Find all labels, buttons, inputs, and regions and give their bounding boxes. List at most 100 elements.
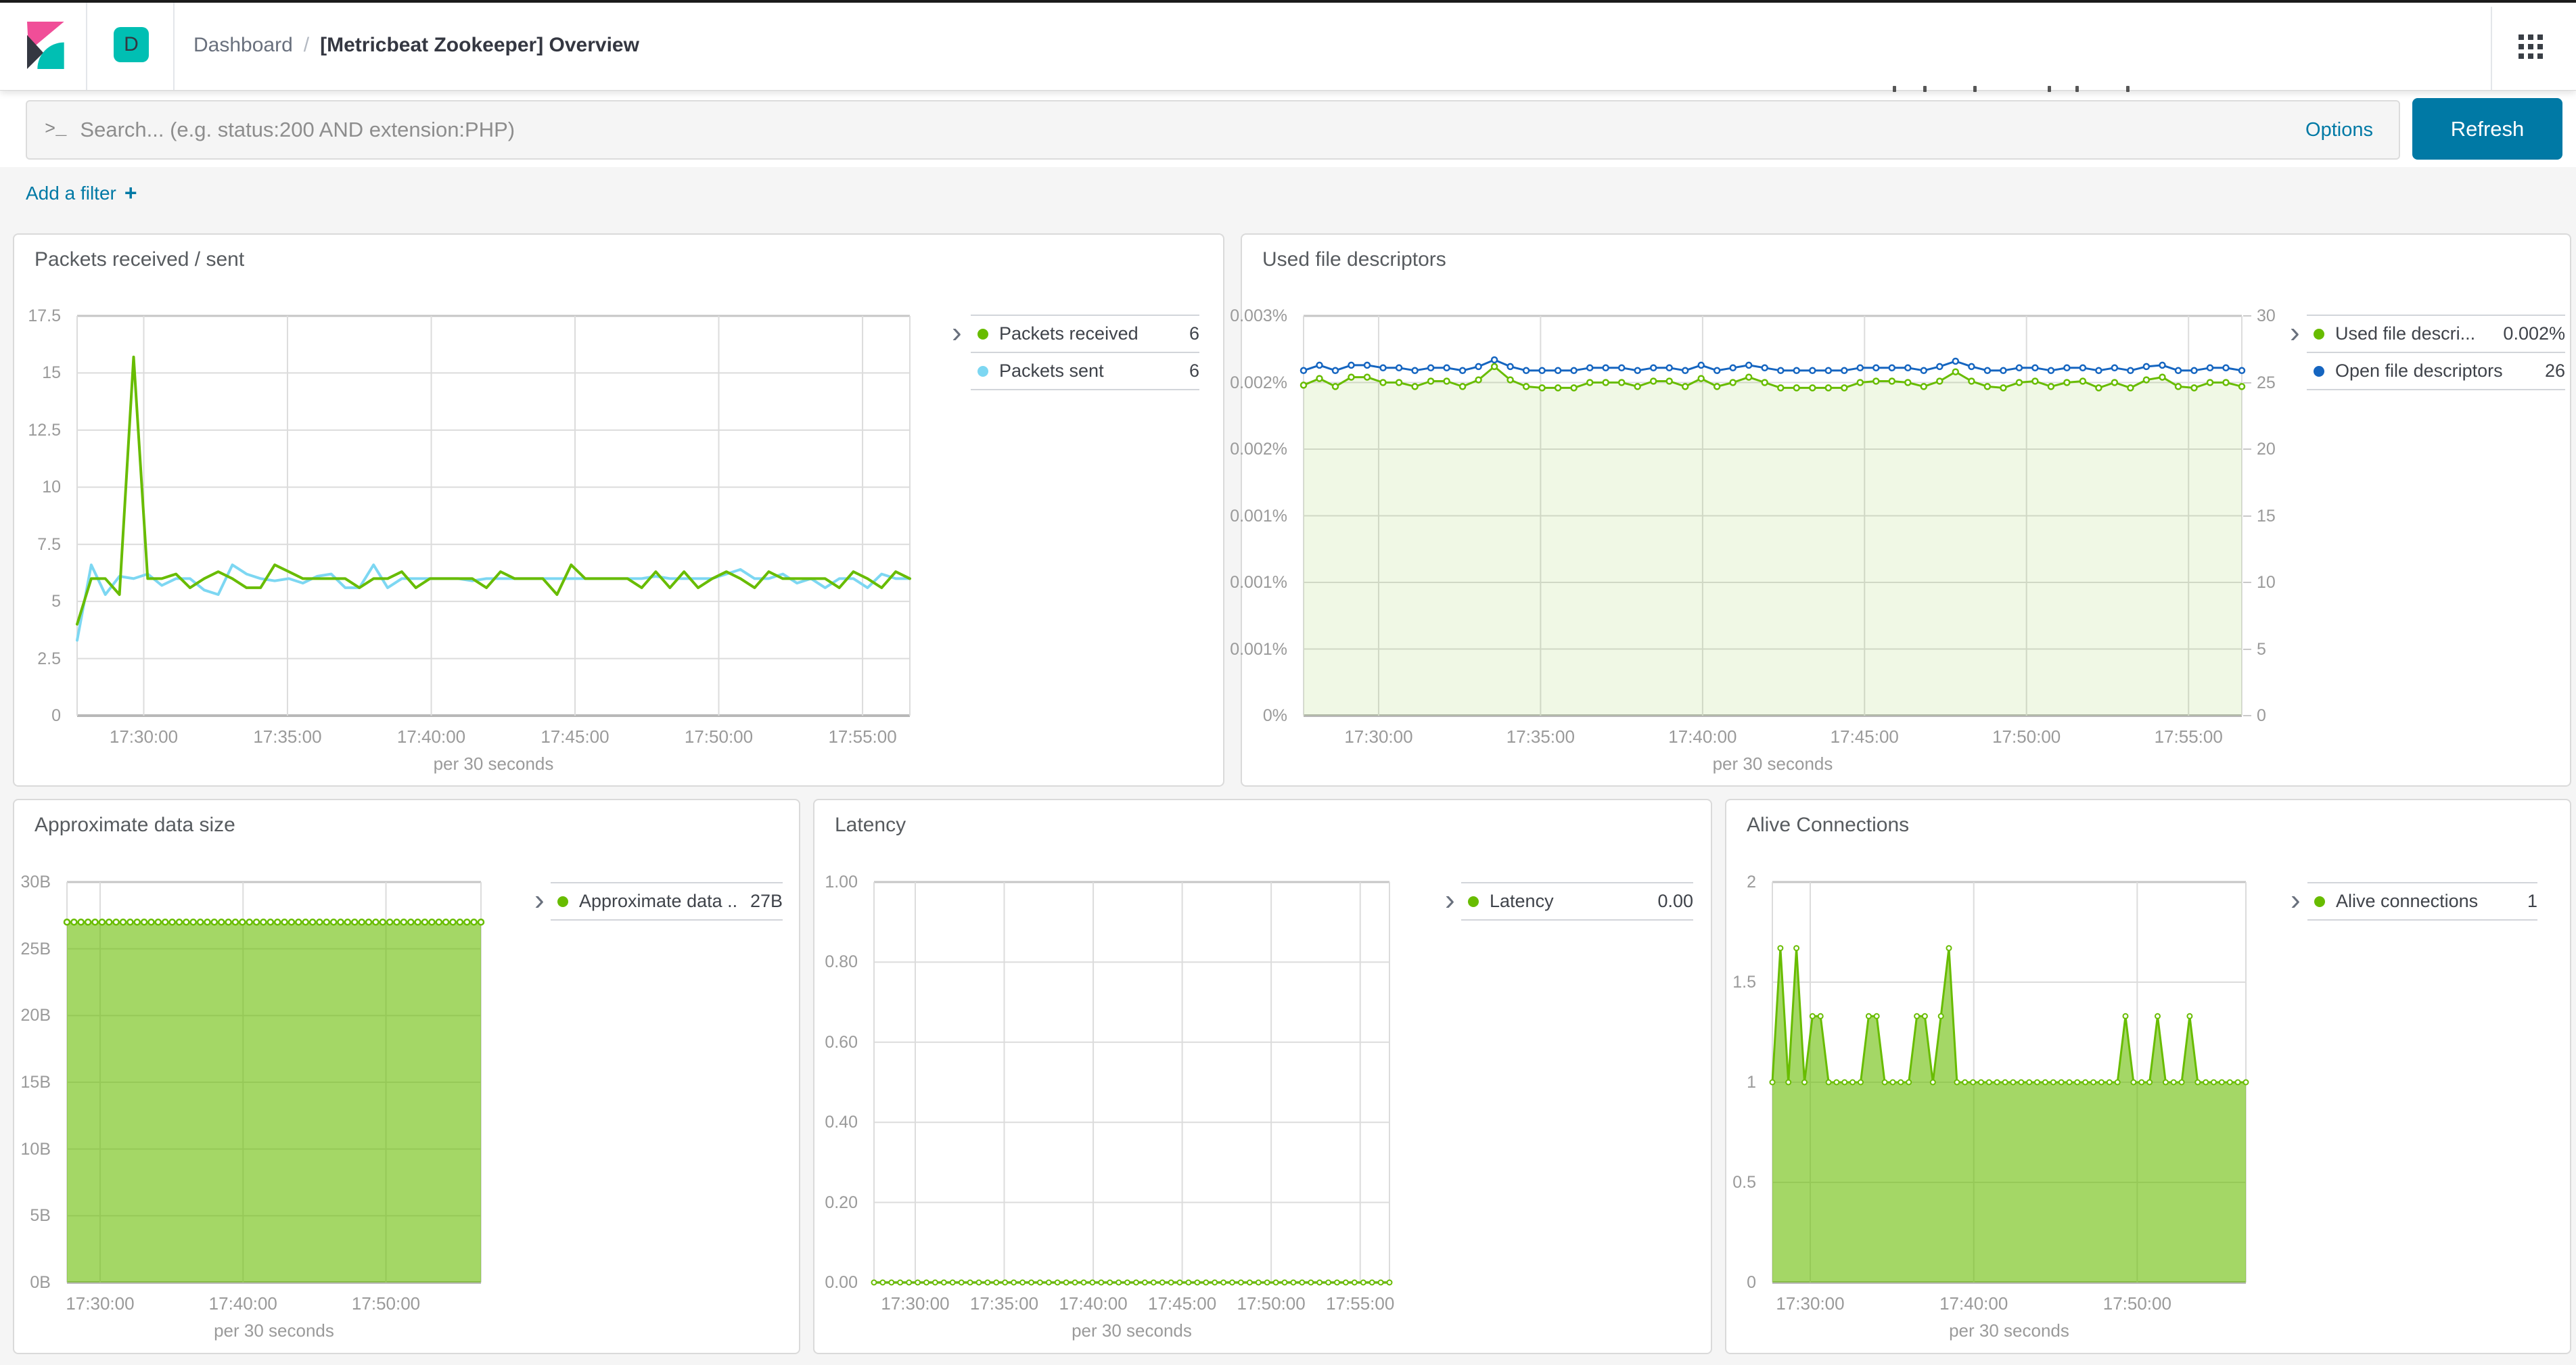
panel-title: Alive Connections [1747,814,1909,837]
panel-title: Packets received / sent [34,248,244,271]
legend-swatch [1468,896,1479,907]
page-title: [Metricbeat Zookeeper] Overview [320,34,639,57]
chart-plot-area[interactable] [77,316,910,716]
panel-alive-connections: Alive Connections 21.510.5017:30:0017:40… [1725,799,2571,1354]
y-axis-label: 0.001% [1213,638,1287,661]
y-axis-label: 20B [0,1004,51,1027]
legend-row[interactable]: Used file descri...0.002% [2307,315,2565,352]
legend-label: Alive connections [2336,891,2515,912]
x-axis-label: 17:40:00 [374,725,489,748]
axis-tick [2243,382,2251,384]
kibana-logo-icon[interactable] [27,20,74,70]
y-axis-label: 0.002% [1213,438,1287,461]
legend-toggle-icon[interactable]: › [2291,885,2301,915]
y-axis-label: 1.5 [1682,971,1756,994]
legend-label: Latency [1490,891,1645,912]
x-axis-label: 17:50:00 [1969,725,2084,748]
y-axis-label: 0 [0,704,61,727]
y-axis-label: 20 [2257,438,2331,461]
legend-row[interactable]: Packets received6 [971,315,1199,352]
legend-swatch [978,329,988,340]
chart-plot-area[interactable] [1304,316,2242,716]
add-filter-button[interactable]: Add a filter + [26,181,137,206]
y-axis-label: 15 [2257,505,2331,528]
header-divider [2491,7,2492,90]
kibana-dashboard-page: D Dashboard / [Metricbeat Zookeeper] Ove… [0,0,2576,1365]
legend-value: 6 [1189,361,1199,381]
legend-value: 0.002% [2503,323,2565,344]
x-axis-label: 17:45:00 [518,725,632,748]
legend-value: 1 [2527,891,2537,912]
space-badge[interactable]: D [114,27,149,62]
search-box: >_ Options [26,100,2400,160]
x-axis-label: 17:35:00 [1483,725,1598,748]
chart-legend: Used file descri...0.002%Open file descr… [2307,315,2565,390]
app-header: D Dashboard / [Metricbeat Zookeeper] Ove… [0,0,2576,91]
header-divider [86,0,87,90]
panel-used-file-descriptors: Used file descriptors 0.003%0.002%0.002%… [1241,233,2571,787]
legend-value: 26 [2545,361,2565,381]
y-axis-label: 0.80 [783,950,858,973]
chart-plot-area[interactable] [67,882,481,1282]
search-input[interactable] [66,118,2305,142]
y-axis-label: 30B [0,871,51,894]
options-link[interactable]: Options [2305,119,2373,141]
y-axis-label: 0 [2257,704,2331,727]
apps-grid-icon[interactable] [2518,34,2543,59]
x-axis-label: 17:40:00 [1645,725,1760,748]
y-axis-label: 0.5 [1682,1171,1756,1194]
axis-tick [2243,515,2251,517]
y-axis-label: 0.001% [1213,571,1287,594]
filter-bar: Add a filter + [0,167,2576,225]
space-badge-letter: D [124,33,139,56]
x-axis-label: 17:40:00 [1916,1292,2031,1315]
x-axis-label: 17:35:00 [230,725,345,748]
x-axis-caption: per 30 seconds [874,1320,1389,1341]
chart-legend: Alive connections 1 [2307,882,2537,921]
x-axis-caption: per 30 seconds [1772,1320,2246,1341]
legend-toggle-icon[interactable]: › [534,885,545,915]
axis-tick [2243,715,2251,716]
legend-toggle-icon[interactable]: › [952,318,962,348]
plus-icon: + [124,181,137,206]
legend-row[interactable]: Open file descriptors26 [2307,352,2565,389]
y-axis-label: 7.5 [0,533,61,556]
y-axis-label: 0.60 [783,1031,858,1054]
chart-plot-area[interactable] [874,882,1389,1282]
y-axis-label: 0% [1213,704,1287,727]
y-axis-label: 1.00 [783,871,858,894]
legend-value: 6 [1189,323,1199,344]
panel-title: Approximate data size [34,814,235,837]
x-axis-label: 17:45:00 [1807,725,1922,748]
legend-row[interactable]: Packets sent6 [971,352,1199,389]
legend-row[interactable]: Alive connections 1 [2307,882,2537,919]
x-axis-caption: per 30 seconds [77,754,910,774]
y-axis-label: 1 [1682,1071,1756,1094]
y-axis-label: 10 [2257,571,2331,594]
y-axis-label: 10 [0,476,61,499]
legend-row[interactable]: Approximate data ...27B [551,882,783,919]
x-axis-label: 17:30:00 [1321,725,1436,748]
legend-row[interactable]: Latency0.00 [1461,882,1693,919]
axis-tick [2243,315,2251,317]
y-axis-label: 15B [0,1071,51,1094]
legend-toggle-icon[interactable]: › [1445,885,1455,915]
chart-legend: Packets received6Packets sent6 [971,315,1199,390]
chart-plot-area[interactable] [1772,882,2246,1282]
refresh-button[interactable]: Refresh [2412,98,2562,160]
x-axis-label: 17:30:00 [86,725,201,748]
y-axis-label: 15 [0,361,61,384]
query-bar-row: >_ Options Refresh [0,91,2576,167]
breadcrumb-dashboard-link[interactable]: Dashboard [193,34,293,57]
axis-tick [2243,448,2251,450]
y-axis-label: 2.5 [0,647,61,670]
legend-swatch [978,366,988,377]
x-axis-caption: per 30 seconds [67,1320,481,1341]
x-axis-caption: per 30 seconds [1304,754,2242,774]
x-axis-label: 17:30:00 [1753,1292,1868,1315]
legend-toggle-icon[interactable]: › [2290,318,2300,348]
legend-swatch [557,896,568,907]
legend-swatch [2314,366,2324,377]
legend-label: Approximate data ... [579,891,738,912]
y-axis-label: 5 [0,590,61,613]
